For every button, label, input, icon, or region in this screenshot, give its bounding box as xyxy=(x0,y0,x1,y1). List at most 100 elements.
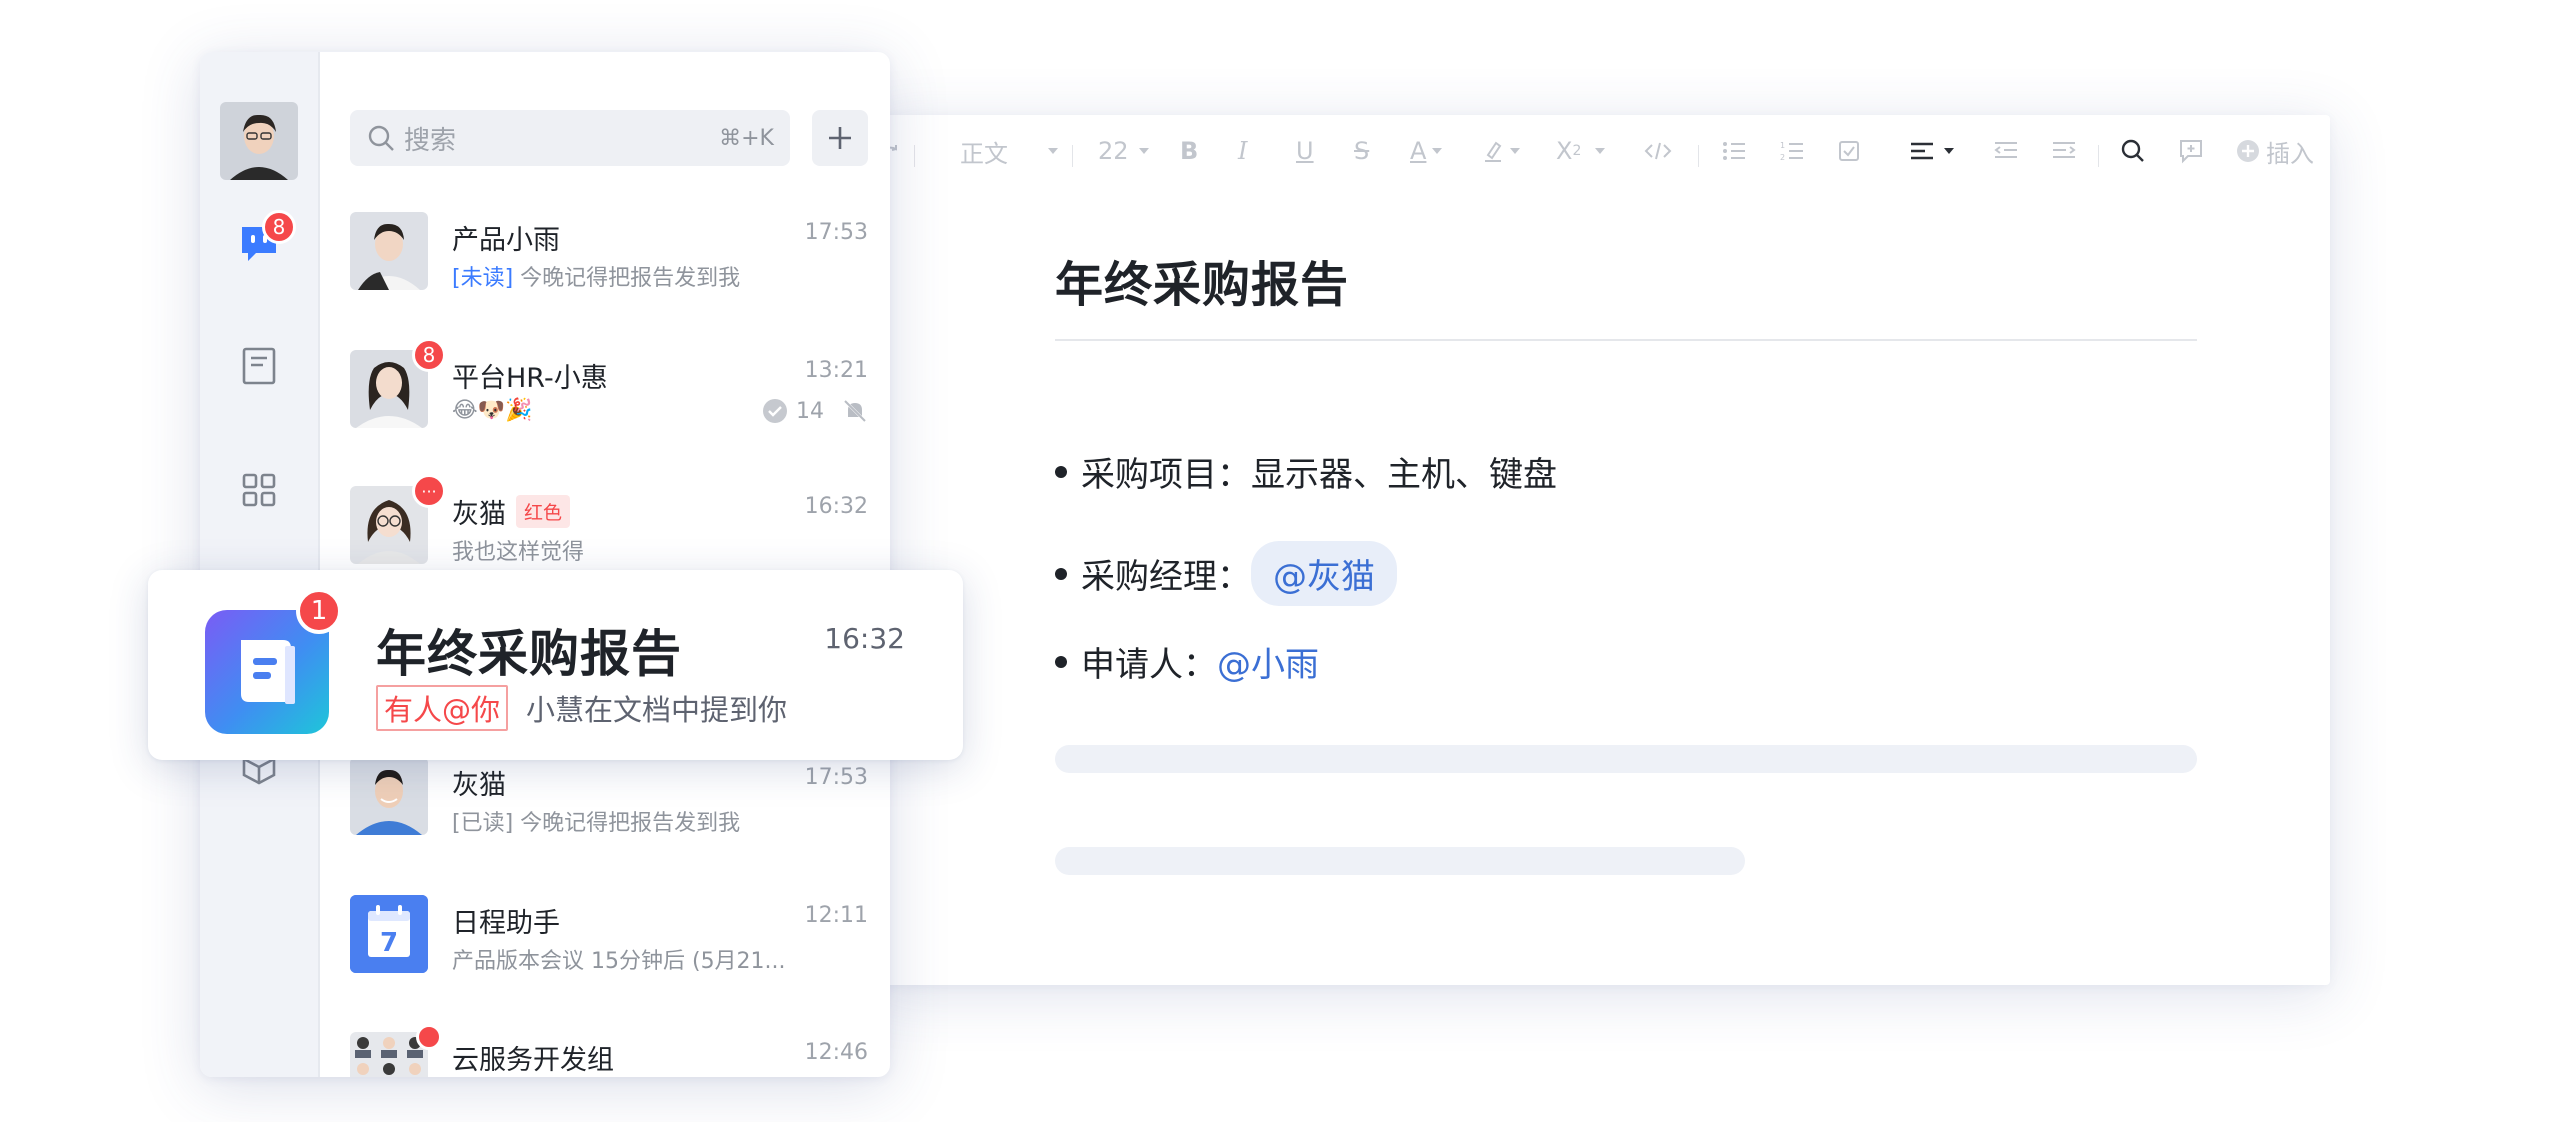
chat-list-item[interactable]: 灰猫 17:53 [已读] 今晚记得把报告发到我 xyxy=(350,757,880,857)
chat-list-item[interactable]: 7 日程助手 12:11 产品版本会议 15分钟后 (5月21... xyxy=(350,895,880,995)
search-shortcut: ⌘+K xyxy=(719,125,774,151)
chat-name: 灰猫 xyxy=(452,770,506,801)
plus-icon xyxy=(829,127,851,149)
chat-preview-text: 😂🐶🎉 xyxy=(452,398,533,423)
chat-list-item[interactable]: 8 平台HR-小惠 13:21 😂🐶🎉 14 xyxy=(350,338,880,450)
toolbar-divider xyxy=(1698,145,1699,167)
chat-name: 灰猫 红色 xyxy=(452,492,571,531)
notification-card[interactable]: 1 年终采购报告 16:32 有人@你 小慧在文档中提到你 xyxy=(148,570,963,760)
nav-rail: 8 xyxy=(200,52,320,1077)
chat-time: 16:32 xyxy=(804,494,868,519)
chat-preview: [已读] 今晚记得把报告发到我 xyxy=(452,805,740,837)
chevron-down-icon xyxy=(1048,148,1058,154)
chat-name: 产品小雨 xyxy=(452,225,560,256)
read-tag: [已读] xyxy=(452,811,514,836)
bullet-value: 显示器、主机、键盘 xyxy=(1251,455,1557,495)
font-size-label: 22 xyxy=(1098,137,1129,165)
chat-list-item[interactable]: 产品小雨 17:53 [未读] 今晚记得把报告发到我 xyxy=(350,212,880,312)
read-check-icon xyxy=(763,399,787,423)
document-title[interactable]: 年终采购报告 xyxy=(1055,245,1349,315)
bullet-item[interactable]: 采购经理： @灰猫 xyxy=(1055,541,1397,606)
placeholder-line xyxy=(1055,745,2197,773)
plus-circle-icon xyxy=(2237,140,2259,162)
bullet-dot xyxy=(1055,655,1067,668)
mention-tag: 有人@你 xyxy=(376,685,509,731)
label-tag: 红色 xyxy=(516,495,571,528)
comment-icon[interactable] xyxy=(2178,131,2204,171)
chat-preview-text: 今晚记得把报告发到我 xyxy=(520,811,741,836)
superscript-icon[interactable]: X2 xyxy=(1556,131,1606,171)
bullet-item[interactable]: 申请人： @小雨 xyxy=(1055,637,1319,686)
chat-preview-text: 我也这样觉得 xyxy=(452,540,585,565)
toolbar-divider xyxy=(2098,145,2099,167)
chevron-down-icon xyxy=(1138,148,1149,154)
more-badge: ··· xyxy=(412,474,446,508)
chat-time: 17:53 xyxy=(804,765,868,790)
chat-preview: [未读] 今晚记得把报告发到我 xyxy=(452,260,740,292)
unread-badge: 8 xyxy=(262,210,296,244)
unread-dot xyxy=(416,1024,442,1050)
indent-icon[interactable] xyxy=(2052,131,2076,171)
bullet-dot xyxy=(1055,465,1067,478)
insert-button[interactable]: 插入 xyxy=(2236,131,2314,171)
bullet-label: 采购经理： xyxy=(1081,557,1251,597)
align-icon[interactable] xyxy=(1910,131,1954,171)
chat-name-text: 灰猫 xyxy=(452,499,506,530)
notification-title: 年终采购报告 xyxy=(376,625,682,683)
bullet-list-icon[interactable] xyxy=(1722,131,1746,171)
chat-name: 平台HR-小惠 xyxy=(452,363,608,394)
calendar-day: 7 xyxy=(380,928,398,958)
chat-meta: 14 xyxy=(762,398,868,424)
strikethrough-icon[interactable]: S xyxy=(1354,131,1369,171)
code-icon[interactable] xyxy=(1644,131,1672,171)
search-input[interactable]: 搜索 ⌘+K xyxy=(350,110,790,166)
chat-time: 12:46 xyxy=(804,1040,868,1065)
numbered-list-icon[interactable]: 12 xyxy=(1780,131,1804,171)
checklist-icon[interactable] xyxy=(1838,131,1860,171)
search-placeholder: 搜索 xyxy=(404,125,457,156)
chat-time: 12:11 xyxy=(804,903,868,928)
chat-preview-text: 今晚记得把报告发到我 xyxy=(520,266,741,291)
unread-badge: 8 xyxy=(412,338,446,372)
search-icon xyxy=(368,125,394,151)
font-size-select[interactable]: 22 xyxy=(1098,131,1149,171)
document-editor-window: 正文 22 B I U S A X2 12 插入 年终采购报告 采购项目： 显示… xyxy=(870,115,2330,985)
italic-icon[interactable]: I xyxy=(1238,131,1247,171)
toolbar-divider xyxy=(914,145,915,167)
outdent-icon[interactable] xyxy=(1994,131,2018,171)
chat-time: 17:53 xyxy=(804,220,868,245)
docs-nav[interactable] xyxy=(236,343,282,389)
notification-text: 小慧在文档中提到你 xyxy=(526,693,788,727)
placeholder-line xyxy=(1055,847,1745,875)
text-style-select[interactable]: 正文 xyxy=(960,131,1058,171)
bold-icon[interactable]: B xyxy=(1180,131,1198,171)
svg-text:1: 1 xyxy=(1780,141,1785,150)
avatar xyxy=(350,757,428,835)
add-button[interactable] xyxy=(812,110,868,166)
unread-tag: [未读] xyxy=(452,266,514,291)
svg-text:2: 2 xyxy=(1780,153,1785,162)
insert-label: 插入 xyxy=(2266,139,2314,168)
bullet-label: 申请人： xyxy=(1081,645,1217,685)
mention-link[interactable]: @小雨 xyxy=(1217,637,1319,686)
toolbar-divider xyxy=(1072,145,1073,167)
text-style-label: 正文 xyxy=(960,139,1008,168)
grid-icon xyxy=(242,473,276,507)
apps-nav[interactable] xyxy=(236,467,282,513)
bullet-item[interactable]: 采购项目： 显示器、主机、键盘 xyxy=(1055,447,1557,496)
chat-list-item[interactable]: 云服务开发组 12:46 xyxy=(350,1024,880,1077)
chat-preview-text: 产品版本会议 15分钟后 (5月21... xyxy=(452,949,786,974)
messenger-window: 8 搜索 ⌘+K 产品小雨 17:53 [未读] 今晚记得把报告发到我 8 平台… xyxy=(200,52,890,1077)
editor-toolbar: 正文 22 B I U S A X2 12 插入 xyxy=(870,115,2330,187)
document-icon xyxy=(242,347,276,385)
notification-time: 16:32 xyxy=(824,622,905,655)
highlight-icon[interactable] xyxy=(1482,131,1520,171)
chat-name: 日程助手 xyxy=(452,908,560,939)
messages-nav[interactable]: 8 xyxy=(236,210,296,268)
underline-icon[interactable]: U xyxy=(1296,131,1314,171)
avatar[interactable] xyxy=(220,102,298,180)
notification-badge: 1 xyxy=(296,588,342,634)
font-color-icon[interactable]: A xyxy=(1410,131,1443,171)
mention-chip[interactable]: @灰猫 xyxy=(1251,541,1397,606)
search-icon[interactable] xyxy=(2120,131,2146,171)
